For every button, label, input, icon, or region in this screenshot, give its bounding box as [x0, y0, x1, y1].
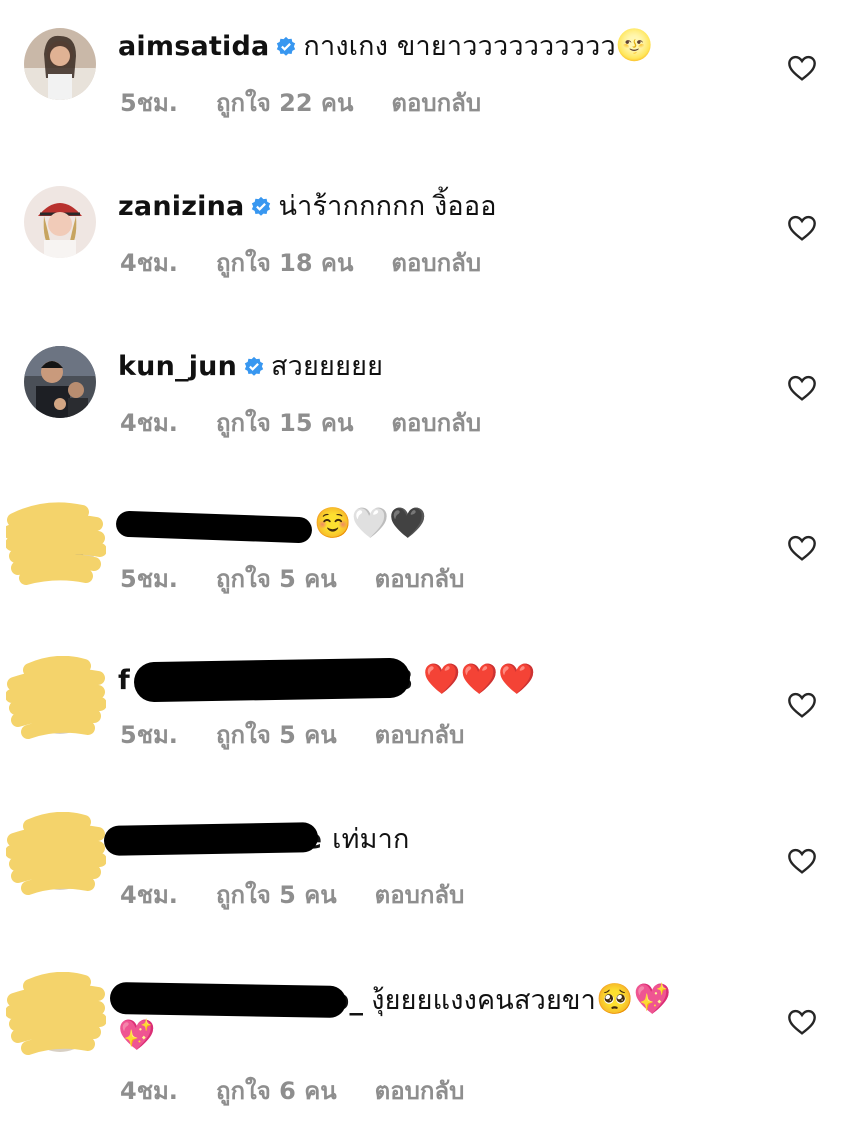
reply-button[interactable]: ตอบกลับ — [375, 1076, 465, 1106]
comment-meta: 4ชม. ถูกใจ 18 คน ตอบกลับ — [120, 248, 481, 278]
redaction-bar — [103, 822, 319, 856]
comment-username[interactable]: f — [118, 665, 130, 696]
likes-count[interactable]: ถูกใจ 18 คน — [216, 248, 353, 278]
comment-line: zanizina น่าร้ากกกกก งิ้อออ — [118, 189, 497, 228]
like-heart-icon[interactable] — [786, 845, 818, 877]
comment-time: 4ชม. — [120, 881, 178, 909]
comment-meta: 4ชม. ถูกใจ 5 คน ตอบกลับ — [120, 880, 464, 910]
avatar[interactable] — [24, 186, 96, 258]
comment-meta: 4ชม. ถูกใจ 15 คน ตอบกลับ — [120, 408, 481, 438]
comment-text: กางเกง ขายาวววววววววว — [303, 31, 616, 62]
comment-time: 4ชม. — [120, 249, 178, 277]
comment-text: งุ้ยยยแงงคนสวยขา — [371, 985, 597, 1016]
comment-emoji: 🥺💖 — [596, 982, 672, 1017]
redaction-scribble — [6, 812, 106, 895]
verified-badge-icon — [243, 352, 265, 388]
comment-emoji: 🌝 — [615, 28, 654, 63]
like-heart-icon[interactable] — [786, 532, 818, 564]
comment-line: aimsatida กางเกง ขายาวววววววววว🌝 — [118, 28, 653, 68]
comment-line-2: 💖 — [118, 1018, 156, 1055]
like-heart-icon[interactable] — [786, 212, 818, 244]
redaction-scribble — [6, 502, 106, 585]
reply-button[interactable]: ตอบกลับ — [391, 88, 481, 118]
reply-button[interactable]: ตอบกลับ — [375, 880, 465, 910]
like-heart-icon[interactable] — [786, 372, 818, 404]
reply-button[interactable]: ตอบกลับ — [375, 720, 465, 750]
reply-button[interactable]: ตอบกลับ — [375, 564, 465, 594]
like-heart-icon[interactable] — [786, 689, 818, 721]
comment-emoji: ❤️❤️❤️ — [422, 662, 536, 697]
likes-count[interactable]: ถูกใจ 5 คน — [216, 564, 337, 594]
redaction-bar — [133, 657, 411, 703]
comment-time: 5ชม. — [120, 565, 178, 593]
comment-time: 5ชม. — [120, 89, 178, 117]
comment-emoji: 💖 — [118, 1018, 156, 1053]
redaction-scribble — [6, 656, 106, 739]
comment-meta: 4ชม. ถูกใจ 6 คน ตอบกลับ — [120, 1076, 464, 1106]
comment-meta: 5ชม. ถูกใจ 5 คน ตอบกลับ — [120, 564, 464, 594]
comment-text: สวยยยยย — [271, 351, 384, 382]
comment-time: 5ชม. — [120, 721, 178, 749]
comment-time: 4ชม. — [120, 1077, 178, 1105]
avatar[interactable] — [24, 346, 96, 418]
redaction-scribble — [6, 972, 106, 1055]
comment-text: เท่มาก — [332, 824, 410, 855]
likes-count[interactable]: ถูกใจ 6 คน — [216, 1076, 337, 1106]
avatar[interactable] — [24, 28, 96, 100]
like-heart-icon[interactable] — [786, 52, 818, 84]
comment-username[interactable]: aimsatida — [118, 31, 269, 62]
comment-emoji: ☺️🤍🖤 — [314, 506, 427, 541]
verified-badge-icon — [250, 192, 272, 228]
likes-count[interactable]: ถูกใจ 5 คน — [216, 720, 337, 750]
comment-line: kun_jun สวยยยยย — [118, 349, 383, 388]
reply-button[interactable]: ตอบกลับ — [391, 248, 481, 278]
comment-text: น่าร้ากกกกก งิ้อออ — [278, 191, 497, 222]
reply-button[interactable]: ตอบกลับ — [391, 408, 481, 438]
comment-username[interactable]: zanizina — [118, 191, 244, 222]
comment-meta: 5ชม. ถูกใจ 5 คน ตอบกลับ — [120, 720, 464, 750]
likes-count[interactable]: ถูกใจ 15 คน — [216, 408, 353, 438]
comment-meta: 5ชม. ถูกใจ 22 คน ตอบกลับ — [120, 88, 481, 118]
verified-badge-icon — [275, 32, 297, 68]
comment-username[interactable]: kun_jun — [118, 351, 237, 382]
redaction-bar — [109, 981, 347, 1019]
like-heart-icon[interactable] — [786, 1006, 818, 1038]
comment-time: 4ชม. — [120, 409, 178, 437]
likes-count[interactable]: ถูกใจ 22 คน — [216, 88, 353, 118]
likes-count[interactable]: ถูกใจ 5 คน — [216, 880, 337, 910]
